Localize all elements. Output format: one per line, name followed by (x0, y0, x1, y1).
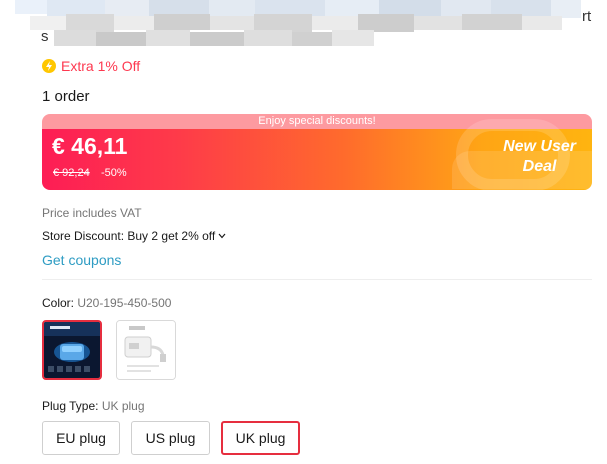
new-user-deal-label: New User Deal (503, 137, 576, 177)
store-discount[interactable]: Store Discount: Buy 2 get 2% off (42, 229, 226, 243)
price-banner: Enjoy special discounts! € 46,11 € 92,24… (42, 114, 592, 190)
deal-line-2: Deal (522, 158, 557, 175)
extra-discount: Extra 1% Off (42, 58, 140, 74)
divider (42, 279, 592, 280)
color-swatch-adapter[interactable] (116, 320, 176, 380)
blurred-product-title (0, 0, 607, 52)
chevron-down-icon (218, 231, 226, 241)
vat-note: Price includes VAT (42, 206, 142, 220)
color-label: Color: U20-195-450-500 (42, 296, 171, 310)
color-swatch-projector[interactable] (42, 320, 102, 380)
original-price: € 92,24 (53, 167, 90, 179)
deal-line-1: New User (503, 138, 576, 155)
color-selected-value: U20-195-450-500 (77, 296, 172, 310)
banner-main: € 46,11 € 92,24 -50% New User Deal (42, 119, 592, 190)
product-title-fragment: rt (582, 8, 592, 25)
store-discount-label: Store Discount: Buy 2 get 2% off (42, 229, 216, 243)
current-price: € 46,11 (52, 133, 128, 159)
plug-type-label: Plug Type: UK plug (42, 399, 145, 413)
plug-option-uk[interactable]: UK plug (221, 421, 300, 455)
plug-option-eu[interactable]: EU plug (42, 421, 120, 455)
discount-percent: -50% (101, 167, 127, 179)
projector-image (44, 322, 100, 378)
plug-type-selected-value: UK plug (101, 399, 145, 413)
get-coupons-link[interactable]: Get coupons (42, 252, 121, 268)
extra-discount-label: Extra 1% Off (61, 58, 141, 74)
adapter-image (117, 321, 175, 379)
product-title-fragment: s (41, 28, 49, 45)
order-count: 1 order (42, 88, 90, 105)
color-label-text: Color: (42, 296, 78, 310)
lightning-coin-icon (42, 59, 56, 73)
plug-type-label-text: Plug Type: (42, 399, 102, 413)
plug-option-us[interactable]: US plug (131, 421, 210, 455)
